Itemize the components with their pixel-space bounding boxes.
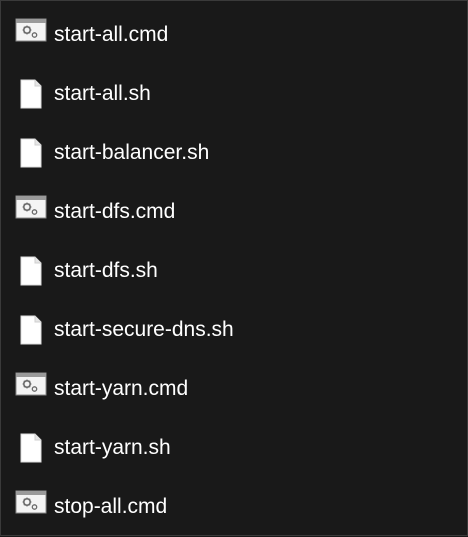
document-icon (20, 79, 42, 109)
file-item-start-all-sh[interactable]: start-all.sh (1, 65, 467, 124)
document-icon (20, 256, 42, 286)
batch-file-icon (15, 195, 47, 219)
file-name: start-dfs.sh (54, 259, 158, 282)
file-item-start-balancer-sh[interactable]: start-balancer.sh (1, 124, 467, 183)
file-item-start-all-cmd[interactable]: start-all.cmd (1, 6, 467, 65)
file-item-start-dfs-cmd[interactable]: start-dfs.cmd (1, 183, 467, 242)
batch-file-icon (15, 490, 47, 514)
file-name: stop-all.cmd (54, 495, 168, 518)
file-list-window: start-all.cmd start-all.sh start-balance… (0, 0, 468, 536)
file-name: start-all.sh (54, 82, 151, 105)
batch-file-icon (15, 372, 47, 396)
file-item-start-dfs-sh[interactable]: start-dfs.sh (1, 242, 467, 301)
file-item-stop-all-cmd[interactable]: stop-all.cmd (1, 478, 467, 537)
file-name: start-secure-dns.sh (54, 318, 234, 341)
document-icon (20, 138, 42, 168)
batch-file-icon (15, 18, 47, 42)
file-name: start-balancer.sh (54, 141, 210, 164)
file-name: start-all.cmd (54, 23, 169, 46)
file-item-start-yarn-sh[interactable]: start-yarn.sh (1, 419, 467, 478)
file-name: start-yarn.cmd (54, 377, 189, 400)
document-icon (20, 315, 42, 345)
document-icon (20, 433, 42, 463)
file-name: start-yarn.sh (54, 436, 171, 459)
file-list: start-all.cmd start-all.sh start-balance… (1, 6, 467, 537)
file-item-start-secure-dns-sh[interactable]: start-secure-dns.sh (1, 301, 467, 360)
file-item-start-yarn-cmd[interactable]: start-yarn.cmd (1, 360, 467, 419)
file-name: start-dfs.cmd (54, 200, 176, 223)
